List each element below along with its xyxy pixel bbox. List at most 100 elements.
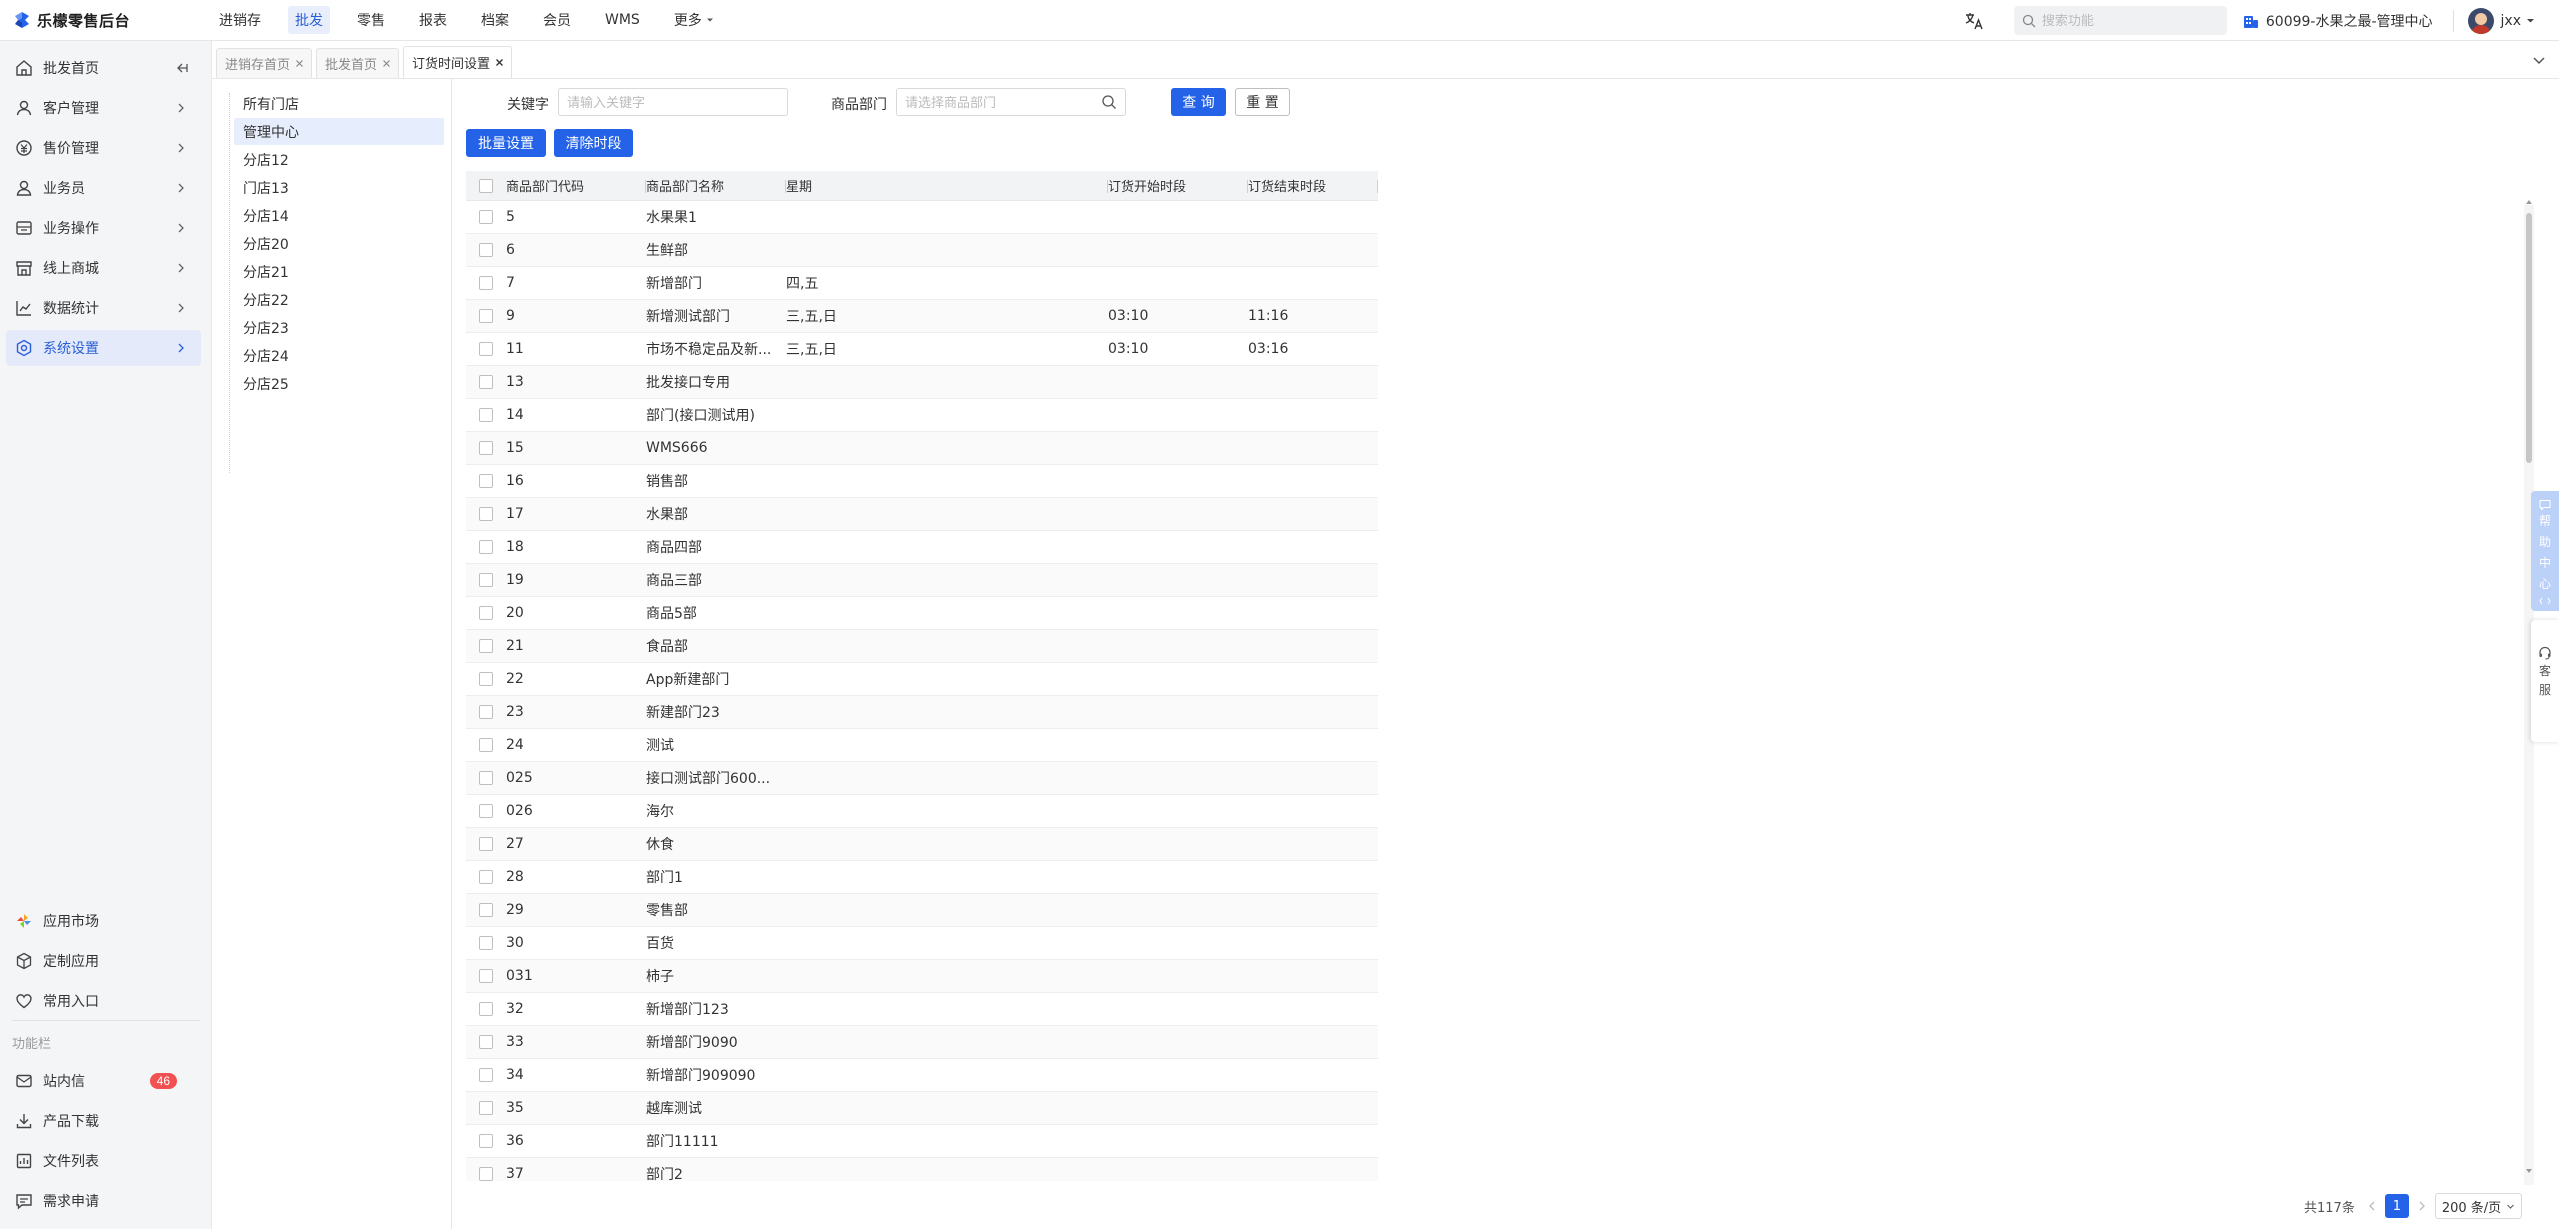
table-row[interactable]: 6 生鲜部 bbox=[466, 234, 1378, 267]
help-center-tab[interactable]: 帮 助 中 心 bbox=[2531, 491, 2559, 611]
table-row[interactable]: 16 销售部 bbox=[466, 465, 1378, 498]
row-checkbox[interactable] bbox=[479, 639, 493, 653]
nav-item-archive[interactable]: 档案 bbox=[474, 6, 516, 34]
tab-inventory-home[interactable]: 进销存首页 bbox=[216, 48, 313, 78]
table-row[interactable]: 28 部门1 bbox=[466, 861, 1378, 894]
table-row[interactable]: 35 越库测试 bbox=[466, 1092, 1378, 1125]
row-checkbox[interactable] bbox=[479, 1134, 493, 1148]
row-checkbox[interactable] bbox=[479, 309, 493, 323]
row-checkbox[interactable] bbox=[479, 672, 493, 686]
tree-item-management-center[interactable]: 管理中心 bbox=[234, 118, 444, 145]
batch-settings-button[interactable]: 批量设置 bbox=[466, 129, 546, 157]
row-checkbox[interactable] bbox=[479, 441, 493, 455]
scroll-thumb[interactable] bbox=[2526, 213, 2532, 463]
tree-item-store[interactable]: 门店13 bbox=[234, 174, 444, 201]
table-row[interactable]: 29 零售部 bbox=[466, 894, 1378, 927]
function-search[interactable] bbox=[2013, 6, 2227, 35]
nav-item-reports[interactable]: 报表 bbox=[412, 6, 454, 34]
nav-item-inventory[interactable]: 进销存 bbox=[212, 6, 268, 34]
column-header[interactable]: 星期 bbox=[786, 171, 1108, 200]
page-size-select[interactable]: 200 条/页 bbox=[2434, 1193, 2523, 1219]
row-checkbox[interactable] bbox=[479, 375, 493, 389]
sidebar-item-file-list[interactable]: 文件列表 bbox=[6, 1143, 201, 1179]
keyword-input[interactable] bbox=[567, 94, 787, 110]
close-icon[interactable] bbox=[382, 59, 391, 68]
sidebar-item-system-settings[interactable]: 系统设置 bbox=[6, 330, 201, 366]
row-checkbox[interactable] bbox=[479, 837, 493, 851]
table-row[interactable]: 17 水果部 bbox=[466, 498, 1378, 531]
row-checkbox[interactable] bbox=[479, 1035, 493, 1049]
keyword-field[interactable] bbox=[558, 88, 788, 116]
sidebar-item-customers[interactable]: 客户管理 bbox=[6, 90, 201, 126]
scroll-up-icon[interactable] bbox=[2525, 198, 2533, 206]
row-checkbox[interactable] bbox=[479, 1068, 493, 1082]
table-row[interactable]: 026 海尔 bbox=[466, 795, 1378, 828]
query-button[interactable]: 查 询 bbox=[1171, 88, 1226, 116]
reset-button[interactable]: 重 置 bbox=[1235, 88, 1290, 116]
table-row[interactable]: 20 商品5部 bbox=[466, 597, 1378, 630]
row-checkbox[interactable] bbox=[479, 1002, 493, 1016]
table-row[interactable]: 7 新增部门 四,五 bbox=[466, 267, 1378, 300]
sidebar-item-wholesale-home[interactable]: 批发首页 bbox=[6, 50, 201, 86]
table-row[interactable]: 9 新增测试部门 三,五,日 03:10 11:16 bbox=[466, 300, 1378, 333]
sidebar-item-download[interactable]: 产品下载 bbox=[6, 1103, 201, 1139]
row-checkbox[interactable] bbox=[479, 573, 493, 587]
tab-order-time-settings[interactable]: 订货时间设置 bbox=[403, 46, 513, 78]
row-checkbox[interactable] bbox=[479, 936, 493, 950]
table-row[interactable]: 21 食品部 bbox=[466, 630, 1378, 663]
tree-item-store[interactable]: 分店25 bbox=[234, 370, 444, 397]
nav-item-retail[interactable]: 零售 bbox=[350, 6, 392, 34]
row-checkbox[interactable] bbox=[479, 540, 493, 554]
tree-item-store[interactable]: 分店14 bbox=[234, 202, 444, 229]
table-row[interactable]: 13 批发接口专用 bbox=[466, 366, 1378, 399]
row-checkbox[interactable] bbox=[479, 771, 493, 785]
table-row[interactable]: 22 App新建部门 bbox=[466, 663, 1378, 696]
translate-icon[interactable] bbox=[1964, 11, 1984, 31]
sidebar-item-messages[interactable]: 站内信 46 bbox=[6, 1063, 201, 1099]
tab-wholesale-home[interactable]: 批发首页 bbox=[316, 48, 400, 78]
chevron-down-icon[interactable] bbox=[2529, 50, 2549, 70]
collapse-sidebar-icon[interactable] bbox=[175, 61, 189, 75]
row-checkbox[interactable] bbox=[479, 474, 493, 488]
row-checkbox[interactable] bbox=[479, 870, 493, 884]
row-checkbox[interactable] bbox=[479, 210, 493, 224]
next-page-icon[interactable] bbox=[2417, 1201, 2427, 1211]
search-icon[interactable] bbox=[1101, 94, 1117, 110]
sidebar-item-custom-app[interactable]: 定制应用 bbox=[6, 943, 201, 979]
table-row[interactable]: 37 部门2 bbox=[466, 1158, 1378, 1181]
row-checkbox[interactable] bbox=[479, 507, 493, 521]
row-checkbox[interactable] bbox=[479, 606, 493, 620]
current-page[interactable]: 1 bbox=[2384, 1194, 2409, 1218]
sidebar-item-price[interactable]: 售价管理 bbox=[6, 130, 201, 166]
sidebar-item-salesman[interactable]: 业务员 bbox=[6, 170, 201, 206]
tree-item-store[interactable]: 分店21 bbox=[234, 258, 444, 285]
table-row[interactable]: 11 市场不稳定品及新... 三,五,日 03:10 03:16 bbox=[466, 333, 1378, 366]
tree-item-store[interactable]: 分店12 bbox=[234, 146, 444, 173]
nav-item-wholesale[interactable]: 批发 bbox=[288, 6, 330, 34]
row-checkbox[interactable] bbox=[479, 243, 493, 257]
column-header[interactable]: 订货开始时段 bbox=[1108, 171, 1248, 200]
function-search-input[interactable] bbox=[2041, 13, 2212, 28]
table-row[interactable]: 031 柿子 bbox=[466, 960, 1378, 993]
row-checkbox[interactable] bbox=[479, 1167, 493, 1181]
prev-page-icon[interactable] bbox=[2367, 1201, 2377, 1211]
table-row[interactable]: 30 百货 bbox=[466, 927, 1378, 960]
table-row[interactable]: 27 休食 bbox=[466, 828, 1378, 861]
sidebar-item-favorites[interactable]: 常用入口 bbox=[6, 983, 201, 1019]
row-checkbox[interactable] bbox=[479, 705, 493, 719]
sidebar-item-online-mall[interactable]: 线上商城 bbox=[6, 250, 201, 286]
clear-time-button[interactable]: 清除时段 bbox=[554, 129, 633, 157]
row-checkbox[interactable] bbox=[479, 1101, 493, 1115]
nav-item-more[interactable]: 更多 bbox=[667, 6, 721, 34]
tree-item-all-stores[interactable]: 所有门店 bbox=[234, 90, 444, 117]
tree-item-store[interactable]: 分店20 bbox=[234, 230, 444, 257]
department-input[interactable] bbox=[905, 94, 1101, 110]
table-row[interactable]: 5 水果果1 bbox=[466, 201, 1378, 234]
sidebar-item-requests[interactable]: 需求申请 bbox=[6, 1183, 201, 1219]
department-select[interactable] bbox=[896, 88, 1126, 116]
select-all-checkbox[interactable] bbox=[479, 178, 493, 193]
column-header[interactable]: 商品部门代码 bbox=[506, 171, 646, 200]
row-checkbox[interactable] bbox=[479, 276, 493, 290]
table-row[interactable]: 32 新增部门123 bbox=[466, 993, 1378, 1026]
close-icon[interactable] bbox=[495, 58, 504, 67]
